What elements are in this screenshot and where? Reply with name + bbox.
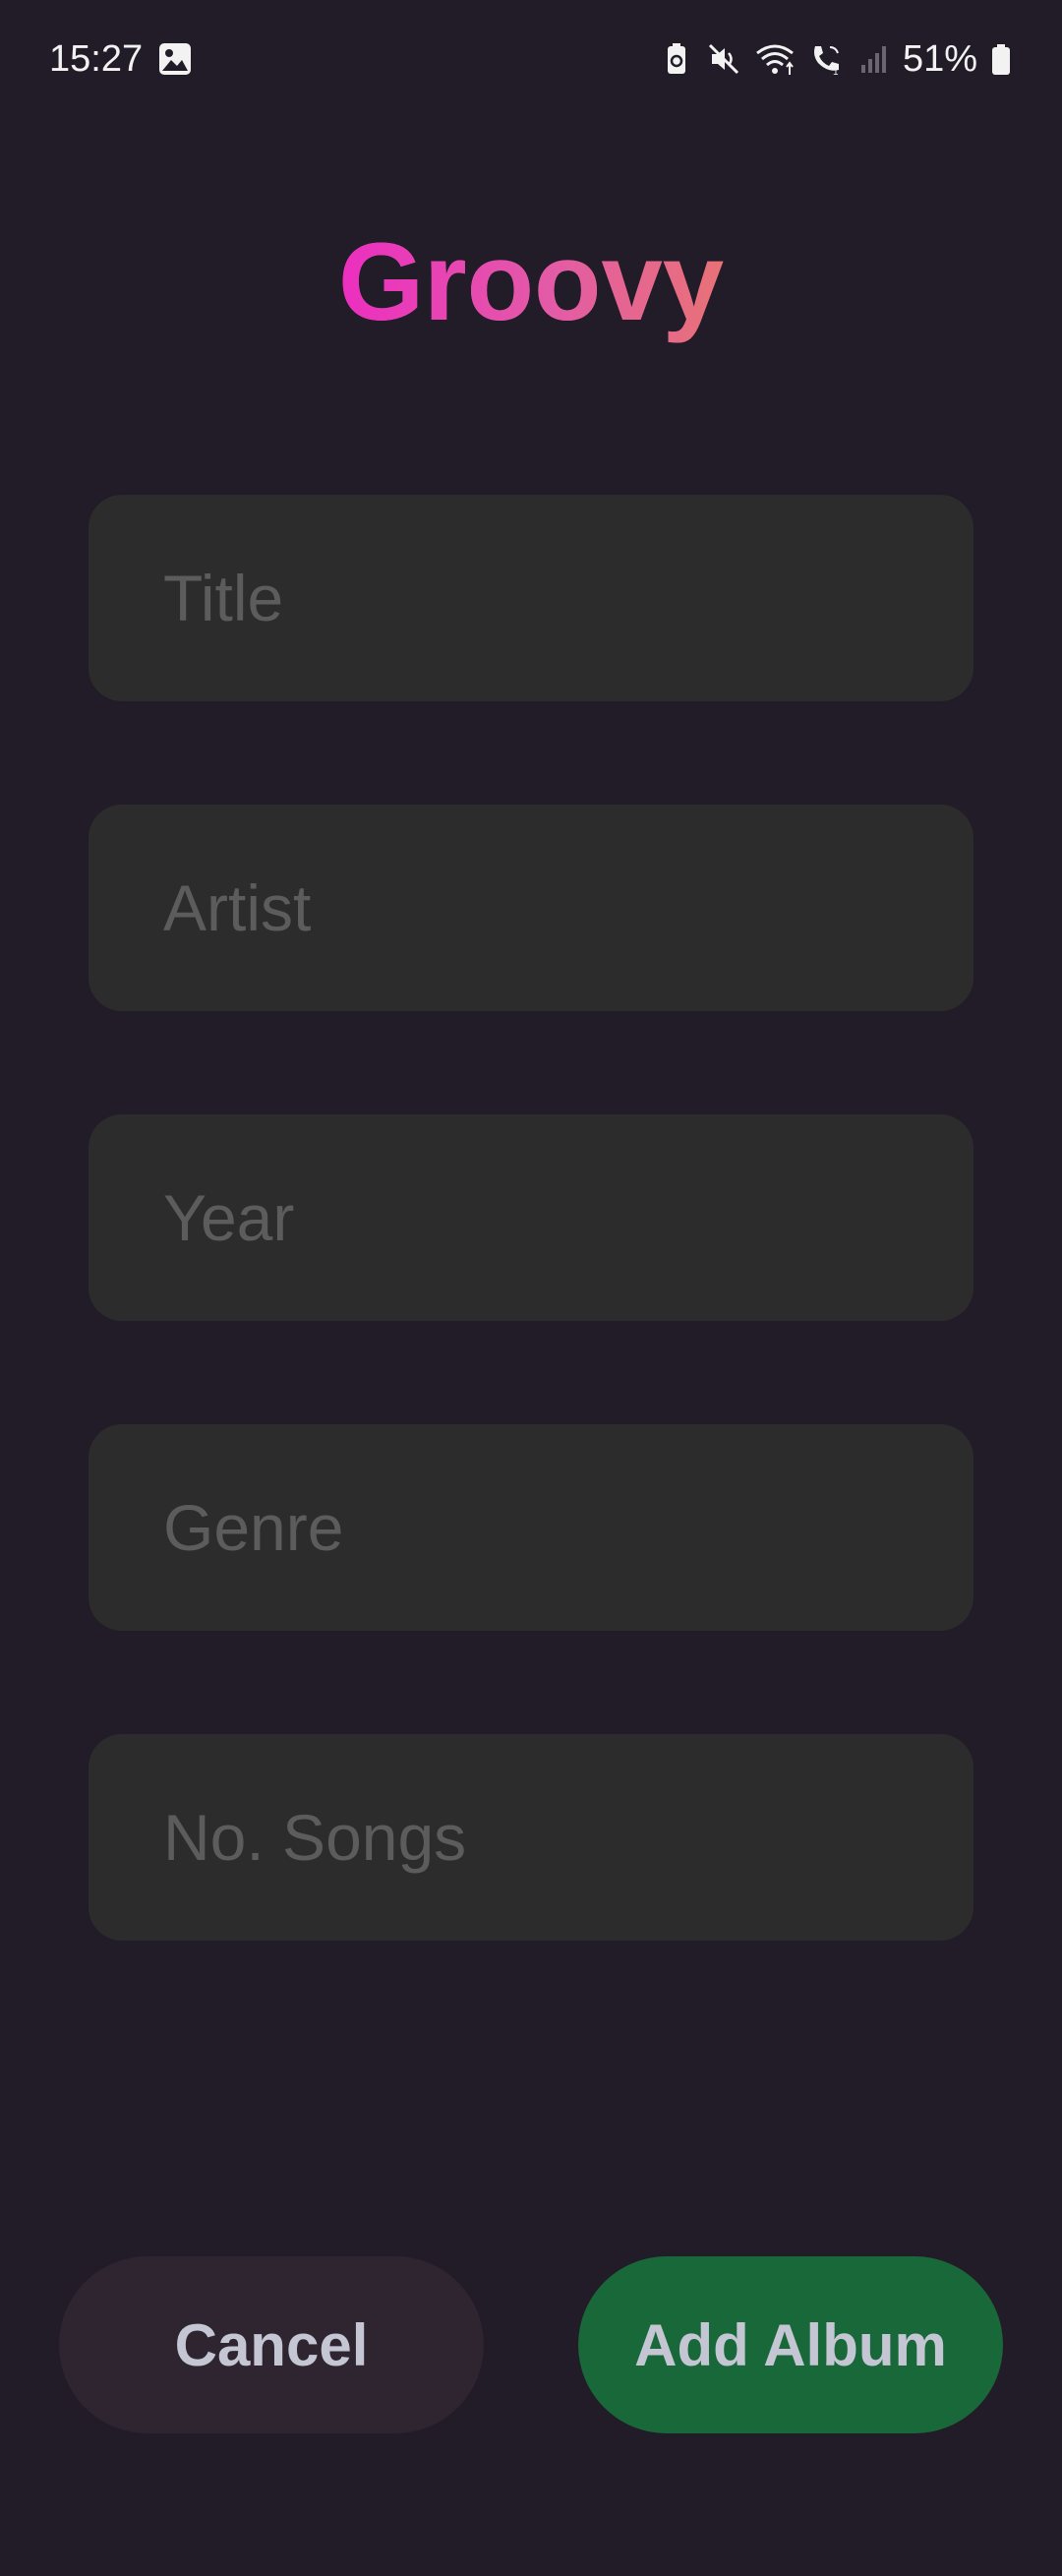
app-title: Groovy — [0, 218, 1062, 346]
svg-text:1: 1 — [833, 67, 839, 77]
genre-input[interactable] — [88, 1424, 974, 1631]
title-field[interactable] — [88, 495, 974, 701]
year-input[interactable] — [88, 1114, 974, 1321]
add-album-button[interactable]: Add Album — [578, 2256, 1003, 2433]
cancel-button[interactable]: Cancel — [59, 2256, 484, 2433]
wifi-call-icon: 1 — [808, 41, 844, 78]
year-field[interactable] — [88, 1114, 974, 1321]
artist-input[interactable] — [88, 805, 974, 1011]
gallery-icon — [157, 41, 193, 77]
battery-icon — [989, 41, 1013, 77]
battery-saver-icon — [659, 41, 694, 77]
app-title-text: Groovy — [337, 220, 725, 343]
no-songs-field[interactable] — [88, 1734, 974, 1941]
title-input[interactable] — [88, 495, 974, 701]
wifi-icon — [753, 41, 796, 77]
battery-percent: 51% — [902, 38, 977, 80]
status-time: 15:27 — [49, 38, 144, 80]
status-bar: 15:27 1 51% — [0, 0, 1062, 118]
mute-icon — [706, 41, 741, 77]
no-songs-input[interactable] — [88, 1734, 974, 1941]
status-icons: 1 51% — [659, 35, 1013, 83]
genre-field[interactable] — [88, 1424, 974, 1631]
artist-field[interactable] — [88, 805, 974, 1011]
signal-icon — [856, 41, 891, 77]
